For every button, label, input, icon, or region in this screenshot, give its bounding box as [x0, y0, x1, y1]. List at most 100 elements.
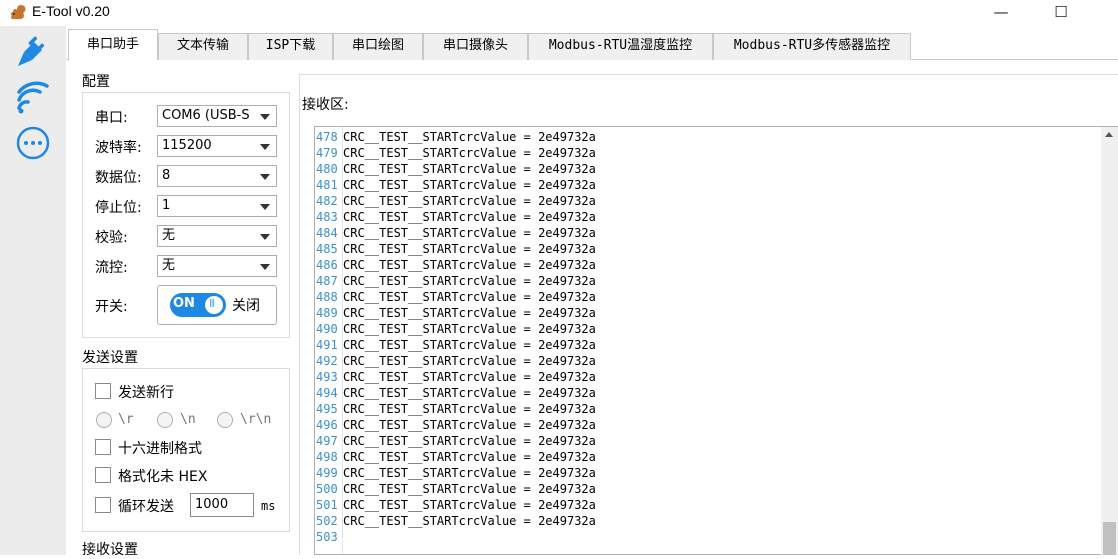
- line-text: CRC__TEST__STARTcrcValue = 2e49732a: [343, 434, 596, 448]
- config-group-title: 配置: [82, 74, 110, 90]
- line-number: 499: [316, 466, 338, 480]
- stopbits-select[interactable]: 1: [157, 195, 277, 217]
- line-text: CRC__TEST__STARTcrcValue = 2e49732a: [343, 162, 596, 176]
- receive-line: 486 CRC__TEST__STARTcrcValue = 2e49732a: [315, 257, 1085, 273]
- line-text: CRC__TEST__STARTcrcValue = 2e49732a: [343, 338, 596, 352]
- line-number: 487: [316, 274, 338, 288]
- minimize-button[interactable]: —: [978, 0, 1024, 26]
- receive-line: 490 CRC__TEST__STARTcrcValue = 2e49732a: [315, 321, 1085, 337]
- receive-line: 498 CRC__TEST__STARTcrcValue = 2e49732a: [315, 449, 1085, 465]
- line-text: CRC__TEST__STARTcrcValue = 2e49732a: [343, 226, 596, 240]
- baud-select[interactable]: 115200: [157, 135, 277, 157]
- window-title: E-Tool v0.20: [32, 3, 110, 19]
- receive-line: 497 CRC__TEST__STARTcrcValue = 2e49732a: [315, 433, 1085, 449]
- line-text: CRC__TEST__STARTcrcValue = 2e49732a: [343, 194, 596, 208]
- line-text: CRC__TEST__STARTcrcValue = 2e49732a: [343, 370, 596, 384]
- receive-line: 489 CRC__TEST__STARTcrcValue = 2e49732a: [315, 305, 1085, 321]
- squirrel-logo-icon: [10, 5, 26, 19]
- format-hex-checkbox[interactable]: [95, 467, 111, 483]
- line-text: CRC__TEST__STARTcrcValue = 2e49732a: [343, 402, 596, 416]
- receive-label: 接收区:: [302, 97, 349, 113]
- line-number: 496: [316, 418, 338, 432]
- chevron-down-icon: [260, 174, 270, 180]
- tab-serial-assistant[interactable]: 串口助手: [68, 29, 158, 60]
- line-number: 492: [316, 354, 338, 368]
- switch-label: 开关:: [95, 299, 128, 315]
- receive-line: 493 CRC__TEST__STARTcrcValue = 2e49732a: [315, 369, 1085, 385]
- line-text: CRC__TEST__STARTcrcValue = 2e49732a: [343, 242, 596, 256]
- scroll-thumb[interactable]: [1103, 522, 1116, 555]
- line-number: 489: [316, 306, 338, 320]
- receive-line: 479 CRC__TEST__STARTcrcValue = 2e49732a: [315, 145, 1085, 161]
- loop-unit-label: ms: [261, 499, 276, 513]
- databits-select[interactable]: 8: [157, 165, 277, 187]
- switch-off-text: 关闭: [232, 298, 260, 314]
- tab-serial-camera[interactable]: 串口摄像头: [423, 33, 528, 60]
- line-text: CRC__TEST__STARTcrcValue = 2e49732a: [343, 274, 596, 288]
- loop-interval-input[interactable]: 1000: [190, 493, 254, 517]
- radio-rn[interactable]: [217, 412, 233, 428]
- port-switch[interactable]: ON 关闭: [157, 285, 277, 325]
- tab-text-transfer[interactable]: 文本传输: [158, 33, 248, 60]
- line-number: 490: [316, 322, 338, 336]
- chevron-down-icon: [260, 264, 270, 270]
- flow-label: 流控:: [95, 260, 128, 276]
- port-label: 串口:: [95, 110, 128, 126]
- tab-modbus-multi-sensor[interactable]: Modbus-RTU多传感器监控: [713, 33, 911, 60]
- receive-line: 487 CRC__TEST__STARTcrcValue = 2e49732a: [315, 273, 1085, 289]
- line-number: 498: [316, 450, 338, 464]
- tab-modbus-temp-humidity[interactable]: Modbus-RTU温湿度监控: [528, 33, 713, 60]
- receive-line: 496 CRC__TEST__STARTcrcValue = 2e49732a: [315, 417, 1085, 433]
- hex-format-label: 十六进制格式: [118, 441, 202, 457]
- line-number: 494: [316, 386, 338, 400]
- receive-line: 488 CRC__TEST__STARTcrcValue = 2e49732a: [315, 289, 1085, 305]
- flow-select[interactable]: 无: [157, 255, 277, 277]
- radio-rn-label: \r\n: [240, 412, 272, 427]
- line-text: CRC__TEST__STARTcrcValue = 2e49732a: [343, 130, 596, 144]
- format-hex-label: 格式化未 HEX: [118, 469, 208, 485]
- parity-select[interactable]: 无: [157, 225, 277, 247]
- receive-line: 503: [315, 529, 1085, 545]
- switch-toggle[interactable]: ON: [170, 293, 226, 317]
- line-number: 486: [316, 258, 338, 272]
- loop-send-label: 循环发送: [118, 499, 174, 515]
- line-number: 501: [316, 498, 338, 512]
- more-icon[interactable]: [14, 124, 52, 162]
- line-number: 478: [316, 130, 338, 144]
- line-number: 484: [316, 226, 338, 240]
- line-number: 480: [316, 162, 338, 176]
- line-number: 479: [316, 146, 338, 160]
- databits-label: 数据位:: [95, 170, 142, 186]
- scroll-up-icon[interactable]: [1101, 127, 1118, 144]
- plug-icon[interactable]: [14, 32, 52, 70]
- line-text: CRC__TEST__STARTcrcValue = 2e49732a: [343, 178, 596, 192]
- tab-isp-download[interactable]: ISP下载: [248, 33, 333, 60]
- radio-n[interactable]: [157, 412, 173, 428]
- send-newline-checkbox[interactable]: [95, 383, 111, 399]
- tab-serial-plot[interactable]: 串口绘图: [333, 33, 423, 60]
- receive-line: 499 CRC__TEST__STARTcrcValue = 2e49732a: [315, 465, 1085, 481]
- line-number: 491: [316, 338, 338, 352]
- receive-line: 494 CRC__TEST__STARTcrcValue = 2e49732a: [315, 385, 1085, 401]
- port-select[interactable]: COM6 (USB-SERIAL CH340): [157, 105, 277, 127]
- line-number: 485: [316, 242, 338, 256]
- line-text: CRC__TEST__STARTcrcValue = 2e49732a: [343, 498, 596, 512]
- loop-send-checkbox[interactable]: [95, 497, 111, 513]
- vertical-scrollbar[interactable]: [1101, 127, 1118, 555]
- line-text: CRC__TEST__STARTcrcValue = 2e49732a: [343, 514, 596, 528]
- switch-on-text: ON: [173, 296, 195, 311]
- parity-label: 校验:: [95, 230, 128, 246]
- line-text: CRC__TEST__STARTcrcValue = 2e49732a: [343, 386, 596, 400]
- receive-line: 481 CRC__TEST__STARTcrcValue = 2e49732a: [315, 177, 1085, 193]
- hex-format-checkbox[interactable]: [95, 439, 111, 455]
- chevron-down-icon: [260, 234, 270, 240]
- wifi-icon[interactable]: [14, 78, 52, 116]
- radio-r[interactable]: [96, 412, 112, 428]
- maximize-button[interactable]: ☐: [1038, 0, 1084, 26]
- send-newline-label: 发送新行: [118, 385, 174, 401]
- switch-knob: [205, 296, 223, 314]
- recv-settings-title: 接收设置: [82, 542, 138, 558]
- line-number: 497: [316, 434, 338, 448]
- line-number: 503: [316, 530, 338, 544]
- receive-textarea[interactable]: 478 CRC__TEST__STARTcrcValue = 2e49732a 47…: [314, 126, 1118, 555]
